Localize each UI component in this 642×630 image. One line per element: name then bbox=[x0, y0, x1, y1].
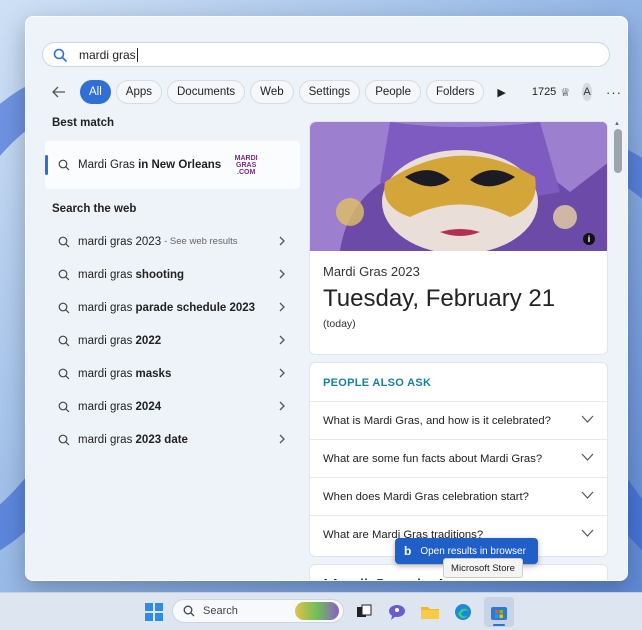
question-row[interactable]: What is Mardi Gras, and how is it celebr… bbox=[310, 401, 607, 439]
search-icon bbox=[58, 302, 70, 314]
mardi-gras-mask-image: i bbox=[310, 122, 608, 251]
search-panel: mardi gras All Apps Documents Web Settin… bbox=[25, 16, 628, 581]
chevron-down-icon bbox=[581, 415, 594, 424]
question-text: When does Mardi Gras celebration start? bbox=[323, 491, 529, 503]
search-icon bbox=[58, 236, 70, 248]
rewards-points[interactable]: 1725 ♕ bbox=[532, 86, 570, 99]
web-suggestion-row[interactable]: mardi gras shooting bbox=[45, 258, 300, 291]
people-also-ask-card: PEOPLE ALSO ASK What is Mardi Gras, and … bbox=[309, 362, 608, 557]
event-date: Tuesday, February 21 bbox=[323, 285, 594, 313]
question-row[interactable]: When does Mardi Gras celebration start? bbox=[310, 477, 607, 515]
filter-chip-people[interactable]: People bbox=[365, 80, 421, 104]
event-name: Mardi Gras 2023 bbox=[323, 264, 594, 279]
people-also-ask-heading: PEOPLE ALSO ASK bbox=[310, 363, 607, 401]
avatar[interactable]: A bbox=[582, 83, 592, 101]
taskbar-search-label: Search bbox=[203, 605, 238, 617]
info-icon[interactable]: i bbox=[583, 233, 595, 245]
web-suggestion-label: mardi gras masks bbox=[78, 368, 171, 380]
results-list: Best match Mardi Gras in New Orleans MAR… bbox=[45, 117, 300, 456]
chevron-right-icon bbox=[278, 368, 286, 378]
more-filters-play-icon[interactable]: ▶ bbox=[497, 86, 505, 99]
file-explorer-icon[interactable] bbox=[416, 598, 444, 626]
back-arrow-icon[interactable] bbox=[52, 82, 66, 102]
chevron-right-icon bbox=[278, 335, 286, 345]
chevron-down-icon bbox=[581, 453, 594, 462]
tooltip: Microsoft Store bbox=[443, 558, 523, 578]
search-icon bbox=[58, 434, 70, 446]
event-card[interactable]: i Mardi Gras 2023 Tuesday, February 21 (… bbox=[309, 121, 608, 355]
filter-chip-apps[interactable]: Apps bbox=[116, 80, 162, 104]
text-caret bbox=[137, 48, 138, 62]
chevron-right-icon bbox=[278, 236, 286, 246]
filter-bar: All Apps Documents Web Settings People F… bbox=[42, 80, 622, 104]
web-suggestion-label: mardi gras parade schedule 2023 bbox=[78, 302, 255, 314]
windows-logo-icon bbox=[145, 603, 163, 621]
teams-chat-icon[interactable] bbox=[383, 598, 411, 626]
search-web-heading: Search the web bbox=[52, 203, 300, 215]
search-highlight-image bbox=[295, 602, 339, 620]
filter-chip-settings[interactable]: Settings bbox=[299, 80, 361, 104]
search-icon bbox=[58, 269, 70, 281]
mardigras-logo: MARDIGRAS.COM bbox=[232, 155, 260, 176]
best-match-item[interactable]: Mardi Gras in New Orleans MARDIGRAS.COM bbox=[45, 141, 300, 189]
web-suggestion-row[interactable]: mardi gras parade schedule 2023 bbox=[45, 291, 300, 324]
search-icon bbox=[53, 48, 67, 62]
search-icon bbox=[183, 605, 195, 617]
chevron-right-icon bbox=[278, 269, 286, 279]
event-date-note: (today) bbox=[323, 318, 594, 330]
chevron-down-icon bbox=[581, 491, 594, 500]
chevron-right-icon bbox=[278, 401, 286, 411]
scrollbar-thumb[interactable] bbox=[614, 129, 622, 173]
edge-browser-icon[interactable] bbox=[449, 598, 477, 626]
preview-pane: i Mardi Gras 2023 Tuesday, February 21 (… bbox=[309, 121, 609, 581]
web-suggestion-row[interactable]: mardi gras 2023 date bbox=[45, 423, 300, 456]
filter-chip-documents[interactable]: Documents bbox=[167, 80, 245, 104]
selection-indicator bbox=[45, 155, 48, 175]
task-view-icon[interactable] bbox=[350, 598, 378, 626]
more-options-icon[interactable]: ··· bbox=[606, 85, 622, 100]
web-suggestion-row[interactable]: mardi gras 2022 bbox=[45, 324, 300, 357]
rewards-points-value: 1725 bbox=[532, 86, 556, 98]
best-match-heading: Best match bbox=[52, 117, 300, 129]
web-suggestion-row[interactable]: mardi gras masks bbox=[45, 357, 300, 390]
web-suggestion-label: mardi gras 2023 bbox=[78, 236, 161, 248]
search-icon bbox=[58, 401, 70, 413]
chevron-right-icon bbox=[278, 302, 286, 312]
search-icon bbox=[58, 159, 70, 171]
web-suggestion-label: mardi gras 2022 bbox=[78, 335, 161, 347]
microsoft-store-icon[interactable] bbox=[484, 597, 514, 627]
best-match-label: Mardi Gras in New Orleans bbox=[78, 159, 221, 171]
filter-chip-all[interactable]: All bbox=[80, 80, 111, 104]
question-text: What are some fun facts about Mardi Gras… bbox=[323, 453, 542, 465]
search-input[interactable]: mardi gras bbox=[42, 42, 610, 67]
web-suggestion-row[interactable]: mardi gras 2024 bbox=[45, 390, 300, 423]
filter-chip-web[interactable]: Web bbox=[250, 80, 293, 104]
taskbar: Search bbox=[0, 592, 642, 630]
chevron-down-icon bbox=[581, 529, 594, 538]
search-icon bbox=[58, 368, 70, 380]
scrollbar[interactable]: ▲ bbox=[612, 121, 622, 581]
search-icon bbox=[58, 335, 70, 347]
open-results-label: Open results in browser bbox=[420, 546, 526, 557]
bing-icon: b bbox=[404, 544, 411, 558]
web-suggestion-hint: - See web results bbox=[164, 236, 237, 247]
scroll-up-icon[interactable]: ▲ bbox=[614, 121, 620, 127]
question-row[interactable]: What are some fun facts about Mardi Gras… bbox=[310, 439, 607, 477]
taskbar-search[interactable]: Search bbox=[172, 599, 344, 623]
web-suggestion-label: mardi gras shooting bbox=[78, 269, 184, 281]
web-suggestion-row[interactable]: mardi gras 2023 - See web results bbox=[45, 225, 300, 258]
web-suggestion-label: mardi gras 2024 bbox=[78, 401, 161, 413]
filter-chip-folders[interactable]: Folders bbox=[426, 80, 484, 104]
search-query: mardi gras bbox=[79, 48, 136, 62]
chevron-right-icon bbox=[278, 434, 286, 444]
rewards-trophy-icon: ♕ bbox=[560, 86, 570, 99]
question-text: What is Mardi Gras, and how is it celebr… bbox=[323, 415, 551, 427]
web-suggestion-label: mardi gras 2023 date bbox=[78, 434, 188, 446]
start-button[interactable] bbox=[140, 598, 168, 626]
